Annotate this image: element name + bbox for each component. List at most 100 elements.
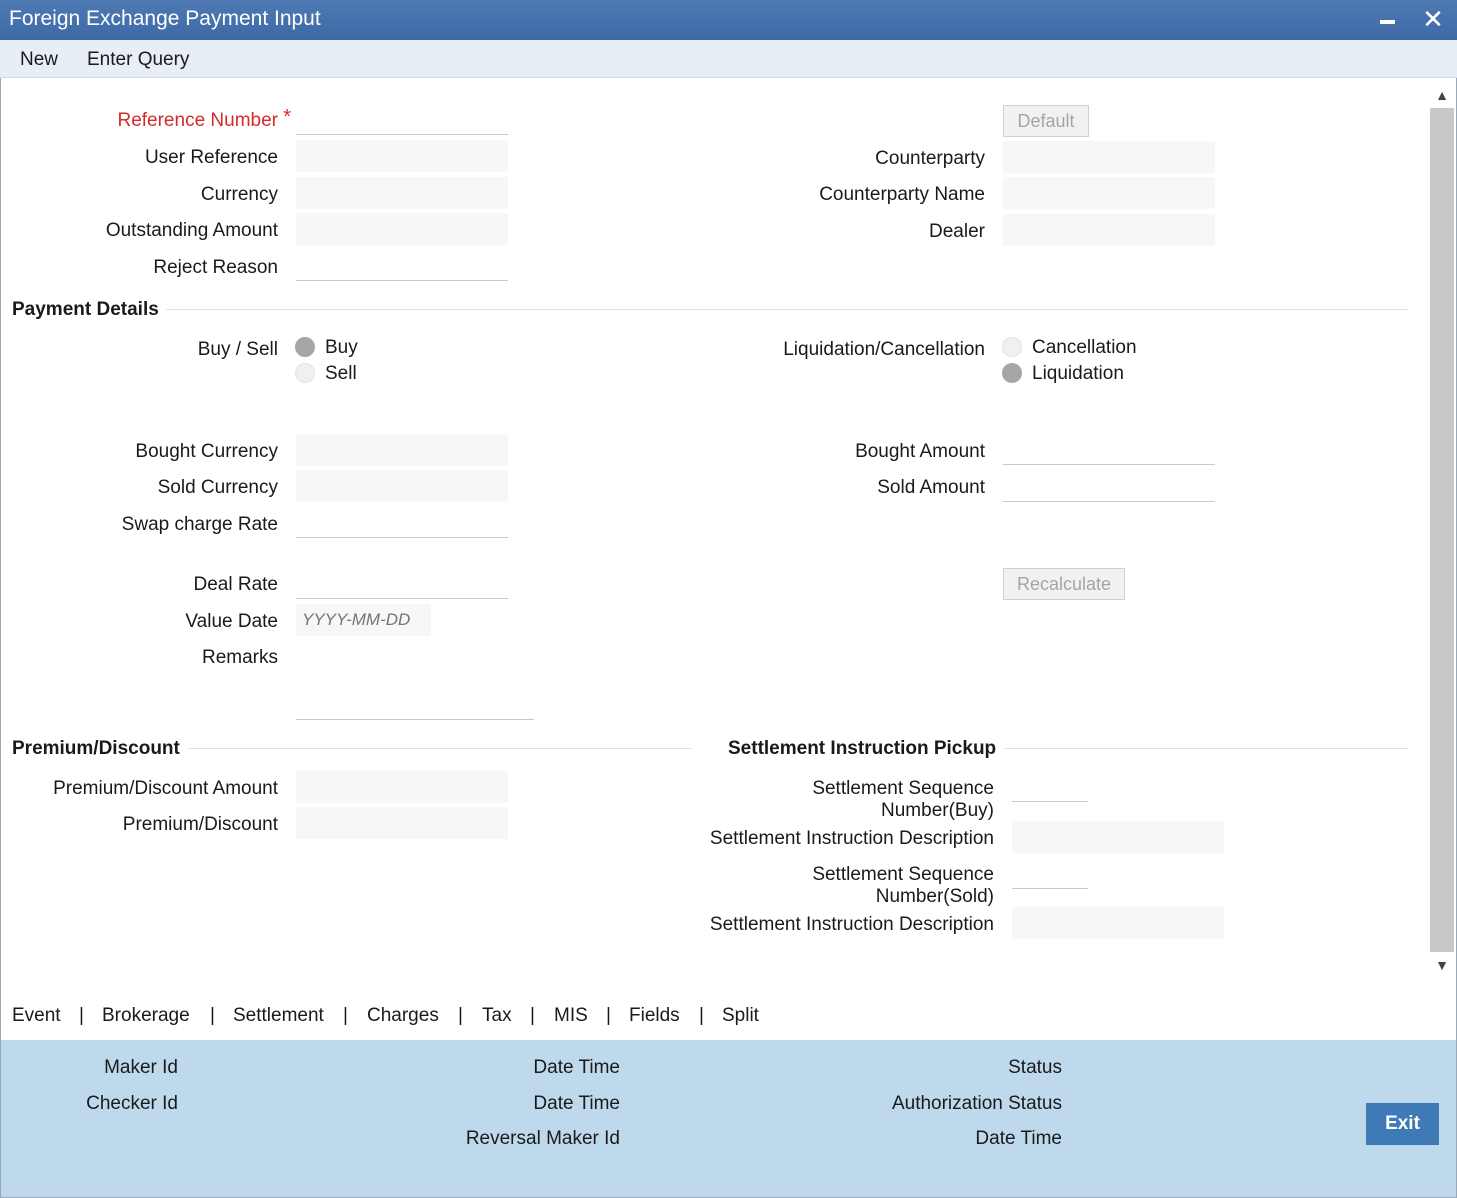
sell-radio-label: Sell (325, 363, 357, 384)
tab-separator: | (343, 1005, 348, 1026)
exit-button[interactable]: Exit (1366, 1103, 1439, 1145)
premium-discount-heading: Premium/Discount (12, 738, 180, 759)
divider (1005, 748, 1408, 749)
audit-footer: Maker Id Checker Id Date Time Date Time … (0, 1040, 1457, 1198)
sub-screen-tabs: Event | Brokerage | Settlement | Charges… (0, 992, 1457, 1040)
counterparty-label: Counterparty (875, 148, 985, 169)
premium-discount-label: Premium/Discount (122, 814, 278, 835)
tab-separator: | (79, 1005, 84, 1026)
sold-amount-label: Sold Amount (877, 477, 985, 498)
tab-separator: | (606, 1005, 611, 1026)
swap-charge-rate-label: Swap charge Rate (121, 514, 278, 535)
value-date-input[interactable] (296, 604, 431, 636)
scroll-down-icon[interactable]: ▼ (1433, 956, 1451, 974)
sold-currency-label: Sold Currency (157, 477, 278, 498)
scrollbar-thumb[interactable] (1430, 108, 1454, 952)
deal-rate-input[interactable] (296, 567, 508, 599)
tab-separator: | (458, 1005, 463, 1026)
minimize-icon[interactable] (1372, 4, 1402, 34)
enter-query-menu-item[interactable]: Enter Query (87, 49, 189, 71)
liquidation-radio-label: Liquidation (1032, 363, 1124, 384)
value-date-label: Value Date (185, 611, 278, 632)
status-label: Status (1008, 1057, 1062, 1078)
bought-currency-input[interactable] (296, 434, 508, 466)
vertical-scrollbar[interactable]: ▲ ▼ (1429, 80, 1455, 980)
divider (166, 309, 1408, 310)
remarks-textarea[interactable] (296, 640, 534, 720)
settlement-description-buy-label: Settlement Instruction Description (709, 828, 994, 849)
reject-reason-input[interactable] (296, 249, 508, 281)
premium-discount-amount-label: Premium/Discount Amount (53, 778, 278, 799)
tab-event[interactable]: Event (12, 1005, 61, 1027)
liquidation-radio[interactable] (1002, 363, 1022, 383)
currency-input[interactable] (296, 177, 508, 209)
reject-reason-label: Reject Reason (153, 257, 278, 278)
tab-split[interactable]: Split (722, 1005, 759, 1027)
tab-tax[interactable]: Tax (482, 1005, 512, 1027)
close-icon[interactable]: ✕ (1418, 4, 1448, 34)
tab-brokerage[interactable]: Brokerage (102, 1005, 190, 1027)
tab-separator: | (210, 1005, 215, 1026)
settlement-description-sold-label: Settlement Instruction Description (709, 914, 994, 935)
reversal-maker-id-label: Reversal Maker Id (465, 1128, 620, 1149)
payment-details-heading: Payment Details (12, 299, 159, 320)
sold-amount-input[interactable] (1003, 470, 1215, 502)
settlement-sequence-sold-input[interactable] (1012, 857, 1088, 889)
form-content: Reference Number * User Reference Currenc… (1, 78, 1428, 992)
user-reference-label: User Reference (144, 147, 278, 168)
recalculate-button[interactable]: Recalculate (1003, 568, 1125, 600)
tab-separator: | (530, 1005, 535, 1026)
buy-radio[interactable] (295, 337, 315, 357)
maker-id-label: Maker Id (104, 1057, 178, 1078)
date-time-label: Date Time (533, 1057, 620, 1078)
settlement-sequence-sold-label: Settlement Sequence Number(Sold) (812, 864, 994, 907)
dealer-input[interactable] (1003, 214, 1215, 246)
reference-number-label: Reference Number * (117, 106, 291, 131)
tab-fields[interactable]: Fields (629, 1005, 680, 1027)
buy-radio-label: Buy (325, 337, 358, 358)
window-title: Foreign Exchange Payment Input (9, 7, 321, 30)
user-reference-input[interactable] (296, 140, 508, 172)
sold-currency-input[interactable] (296, 470, 508, 502)
settlement-sequence-buy-input[interactable] (1012, 770, 1088, 802)
bought-amount-label: Bought Amount (855, 441, 985, 462)
bought-amount-input[interactable] (1003, 433, 1215, 465)
remarks-label: Remarks (201, 647, 278, 668)
authorization-status-label: Authorization Status (891, 1093, 1062, 1114)
cancellation-radio[interactable] (1002, 337, 1022, 357)
tab-mis[interactable]: MIS (554, 1005, 588, 1027)
swap-charge-rate-input[interactable] (296, 506, 508, 538)
buy-sell-label: Buy / Sell (197, 339, 278, 360)
tab-charges[interactable]: Charges (367, 1005, 439, 1027)
scroll-up-icon[interactable]: ▲ (1433, 86, 1451, 104)
title-bar: Foreign Exchange Payment Input ✕ (0, 0, 1457, 40)
menu-bar: New Enter Query (0, 40, 1457, 78)
bought-currency-label: Bought Currency (135, 441, 278, 462)
tab-settlement[interactable]: Settlement (233, 1005, 324, 1027)
premium-discount-input[interactable] (296, 807, 508, 839)
settlement-pickup-heading: Settlement Instruction Pickup (728, 738, 997, 759)
sell-radio[interactable] (295, 363, 315, 383)
cancellation-radio-label: Cancellation (1032, 337, 1137, 358)
settlement-sequence-buy-label: Settlement Sequence Number(Buy) (812, 778, 994, 821)
liquidation-cancellation-label: Liquidation/Cancellation (783, 339, 985, 360)
date-time-label: Date Time (533, 1093, 620, 1114)
counterparty-input[interactable] (1003, 141, 1215, 173)
settlement-description-sold-input[interactable] (1012, 907, 1224, 939)
settlement-description-buy-input[interactable] (1012, 821, 1224, 853)
currency-label: Currency (200, 184, 278, 205)
deal-rate-label: Deal Rate (193, 574, 279, 595)
new-menu-item[interactable]: New (20, 49, 58, 71)
reference-number-input[interactable] (296, 103, 508, 135)
outstanding-amount-label: Outstanding Amount (105, 220, 278, 241)
divider (188, 748, 692, 749)
counterparty-name-input[interactable] (1003, 177, 1215, 209)
outstanding-amount-input[interactable] (296, 213, 508, 245)
date-time-label: Date Time (975, 1128, 1062, 1149)
counterparty-name-label: Counterparty Name (819, 184, 985, 205)
checker-id-label: Checker Id (86, 1093, 178, 1114)
dealer-label: Dealer (929, 221, 985, 242)
default-button[interactable]: Default (1003, 105, 1089, 137)
premium-discount-amount-input[interactable] (296, 771, 508, 803)
tab-separator: | (699, 1005, 704, 1026)
